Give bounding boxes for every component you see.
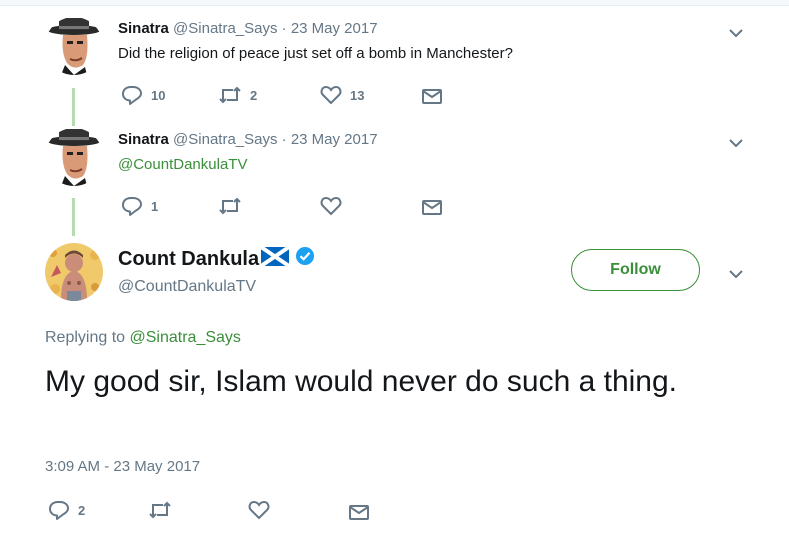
replying-to-line: Replying to @Sinatra_Says bbox=[45, 329, 241, 347]
header-separator: · bbox=[281, 131, 287, 148]
reply-button[interactable]: 10 bbox=[121, 85, 165, 105]
retweet-button[interactable] bbox=[218, 196, 242, 216]
chevron-down-icon[interactable] bbox=[728, 25, 744, 41]
heart-icon bbox=[320, 196, 342, 216]
retweet-icon bbox=[148, 500, 172, 520]
reply-count: 10 bbox=[151, 87, 166, 103]
tweet-text: Did the religion of peace just set off a… bbox=[118, 45, 513, 62]
tweet-date[interactable]: 23 May 2017 bbox=[291, 131, 378, 148]
chevron-down-icon[interactable] bbox=[728, 135, 744, 151]
envelope-icon bbox=[421, 86, 443, 106]
author-name[interactable]: Sinatra bbox=[118, 131, 169, 148]
reply-button[interactable]: 1 bbox=[121, 196, 158, 216]
author-name[interactable]: Sinatra bbox=[118, 20, 169, 37]
replying-to-link[interactable]: @Sinatra_Says bbox=[130, 329, 241, 346]
like-button[interactable] bbox=[248, 500, 270, 520]
heart-icon bbox=[320, 85, 342, 105]
dm-button[interactable] bbox=[421, 86, 443, 106]
reply-count: 1 bbox=[151, 198, 159, 214]
tweet-header: Sinatra @Sinatra_Says · 23 May 2017 bbox=[118, 131, 378, 148]
thread-connector bbox=[72, 198, 75, 236]
header-separator: · bbox=[281, 20, 287, 37]
mention-link[interactable]: @CountDankulaTV bbox=[118, 156, 247, 173]
follow-button[interactable]: Follow bbox=[571, 249, 700, 291]
tweet-timestamp[interactable]: 3:09 AM - 23 May 2017 bbox=[45, 458, 200, 475]
like-button[interactable]: 13 bbox=[320, 85, 364, 105]
author-display-name[interactable]: Count Dankula bbox=[118, 244, 315, 272]
retweet-icon bbox=[218, 85, 242, 105]
reply-button[interactable]: 2 bbox=[48, 500, 85, 520]
replying-prefix: Replying to bbox=[45, 329, 126, 346]
author-name: Count Dankula bbox=[118, 247, 260, 270]
reply-icon bbox=[121, 85, 143, 105]
scotland-flag-icon bbox=[260, 244, 291, 272]
retweet-button[interactable]: 2 bbox=[218, 85, 257, 105]
avatar-count-dankula[interactable] bbox=[45, 243, 103, 301]
retweet-button[interactable] bbox=[148, 500, 172, 520]
avatar-sinatra[interactable] bbox=[45, 17, 103, 75]
heart-icon bbox=[248, 500, 270, 520]
retweet-count: 2 bbox=[250, 87, 258, 103]
envelope-icon bbox=[421, 197, 443, 217]
dm-button[interactable] bbox=[421, 197, 443, 217]
reply-icon bbox=[48, 500, 70, 520]
dm-button[interactable] bbox=[348, 502, 370, 522]
like-count: 13 bbox=[350, 87, 365, 103]
author-handle[interactable]: @CountDankulaTV bbox=[118, 278, 256, 296]
chevron-down-icon[interactable] bbox=[728, 266, 744, 282]
tweet-date[interactable]: 23 May 2017 bbox=[291, 20, 378, 37]
like-button[interactable] bbox=[320, 196, 342, 216]
author-handle[interactable]: @Sinatra_Says bbox=[173, 20, 277, 37]
tweet-header: Sinatra @Sinatra_Says · 23 May 2017 bbox=[118, 20, 378, 37]
author-handle[interactable]: @Sinatra_Says bbox=[173, 131, 277, 148]
top-divider bbox=[0, 0, 789, 6]
reply-icon bbox=[121, 196, 143, 216]
envelope-icon bbox=[348, 502, 370, 522]
main-tweet-text: My good sir, Islam would never do such a… bbox=[45, 365, 677, 398]
verified-badge-icon bbox=[295, 246, 315, 272]
reply-count: 2 bbox=[78, 502, 86, 518]
avatar-sinatra[interactable] bbox=[45, 128, 103, 186]
thread-connector bbox=[72, 88, 75, 126]
retweet-icon bbox=[218, 196, 242, 216]
